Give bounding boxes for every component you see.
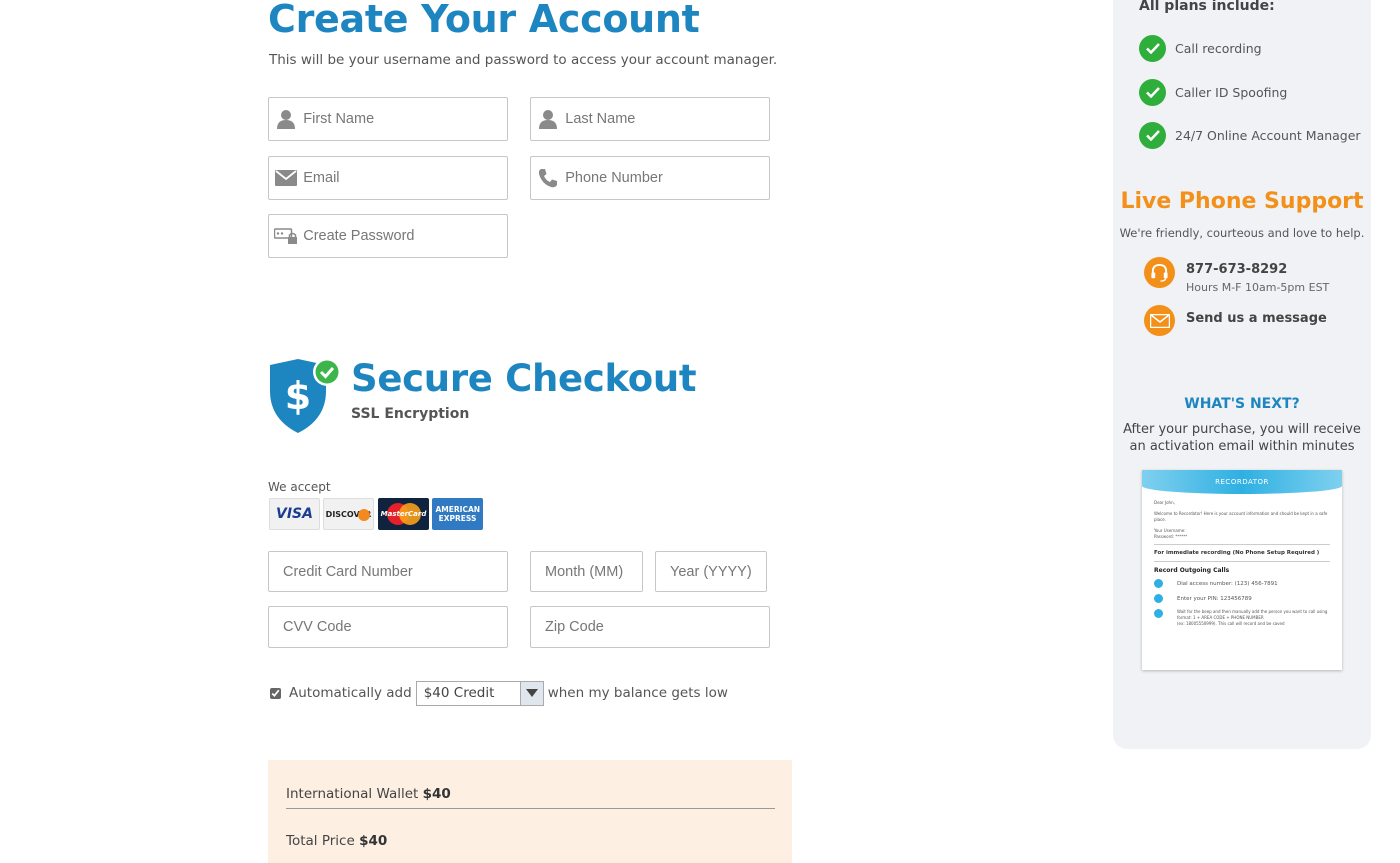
amex-label: AMERICAN EXPRESS (435, 505, 481, 523)
check-icon (1139, 122, 1166, 149)
discover-dot (358, 509, 370, 521)
email-step-3: Wait for the beep and then manually add … (1177, 609, 1328, 620)
password-lock-icon (269, 227, 303, 245)
we-accept-label: We accept (268, 480, 331, 494)
visa-label: VISA (276, 506, 313, 522)
email-greeting: Dear John, (1154, 500, 1175, 505)
password-field[interactable] (268, 214, 508, 258)
wallet-label: International Wallet (286, 786, 419, 802)
email-outgoing: Record Outgoing Calls (1154, 561, 1330, 574)
check-icon (1139, 79, 1166, 106)
auto-add-suffix: when my balance gets low (547, 685, 728, 701)
wallet-value: $40 (422, 786, 451, 802)
send-message-link[interactable]: Send us a message (1186, 311, 1327, 326)
auto-add-label: Automatically add (289, 685, 412, 701)
year-field[interactable] (655, 551, 767, 592)
month-field[interactable] (530, 551, 643, 592)
email-intro: Welcome to Recordator! Here is your acco… (1154, 511, 1328, 522)
page-title: Create Your Account (268, 0, 700, 41)
feature-label: Caller ID Spoofing (1175, 85, 1288, 100)
discover-icon: DISCOVER (323, 498, 374, 530)
support-phone[interactable]: 877-673-8292 (1186, 262, 1287, 277)
summary-divider (286, 808, 775, 809)
credit-amount-select[interactable]: $40 Credit (415, 680, 544, 706)
feature-item: Call recording (1139, 35, 1262, 62)
phone-input[interactable] (565, 157, 769, 199)
email-input[interactable] (303, 157, 507, 199)
email-step-1: Dial access number: (123) 456-7891 (1177, 580, 1278, 587)
secure-checkout-title: Secure Checkout (351, 357, 697, 400)
credit-card-field[interactable] (268, 551, 508, 592)
auto-add-checkbox[interactable] (270, 687, 281, 699)
headset-icon (1144, 257, 1175, 288)
cvv-field[interactable] (268, 606, 508, 648)
whats-next-text: After your purchase, you will receive an… (1123, 422, 1361, 454)
auto-add-row: Automatically add $40 Credit when my bal… (270, 680, 728, 706)
year-input[interactable] (656, 552, 766, 591)
first-name-field[interactable] (268, 97, 508, 141)
email-brand: RECORDATOR (1215, 478, 1269, 486)
envelope-icon (269, 170, 303, 186)
email-field[interactable] (268, 156, 508, 200)
month-input[interactable] (531, 552, 642, 591)
credit-card-input[interactable] (269, 552, 507, 591)
whats-next-title: WHAT'S NEXT? (1184, 396, 1300, 412)
chevron-down-icon[interactable] (519, 681, 543, 705)
zip-field[interactable] (530, 606, 770, 648)
mastercard-icon: MasterCard (378, 498, 429, 530)
page-subtitle: This will be your username and password … (269, 52, 778, 68)
order-summary: International Wallet $40 Total Price $40 (268, 760, 792, 863)
email-immediate: For immediate recording (No Phone Setup … (1154, 544, 1330, 556)
email-step-2: Enter your PIN: 123456789 (1177, 595, 1252, 602)
credit-amount-value: $40 Credit (423, 685, 495, 701)
activation-email-preview: RECORDATOR Dear John, Welcome to Recorda… (1142, 470, 1342, 670)
cvv-input[interactable] (269, 607, 507, 647)
feature-item: Caller ID Spoofing (1139, 79, 1287, 106)
svg-text:$: $ (285, 374, 311, 418)
wallet-row: International Wallet $40 (286, 786, 451, 802)
email-password: Password: ****** (1154, 534, 1188, 539)
feature-item: 24/7 Online Account Manager (1139, 122, 1361, 149)
email-header: RECORDATOR (1142, 470, 1342, 494)
support-hours: Hours M-F 10am-5pm EST (1186, 281, 1330, 294)
total-label: Total Price (286, 833, 355, 849)
secure-shield-icon: $ (268, 357, 344, 435)
feature-label: Call recording (1175, 41, 1262, 56)
email-step-3b: (ex: 18005550999). This call will record… (1177, 621, 1285, 626)
support-title: Live Phone Support (1120, 189, 1364, 214)
feature-label: 24/7 Online Account Manager (1175, 128, 1361, 143)
amex-icon: AMERICAN EXPRESS (432, 498, 483, 530)
zip-input[interactable] (531, 607, 769, 647)
last-name-input[interactable] (565, 98, 769, 140)
last-name-field[interactable] (530, 97, 770, 141)
phone-field[interactable] (530, 156, 770, 200)
plans-heading: All plans include: (1139, 0, 1275, 14)
support-subtitle: We're friendly, courteous and love to he… (1119, 226, 1365, 240)
check-icon (1139, 35, 1166, 62)
password-input[interactable] (303, 215, 507, 257)
mastercard-label: MasterCard (380, 510, 427, 518)
user-icon (531, 109, 565, 129)
envelope-icon[interactable] (1144, 305, 1175, 336)
total-row: Total Price $40 (286, 833, 387, 849)
phone-icon (531, 168, 565, 188)
total-value: $40 (359, 833, 388, 849)
visa-icon: VISA (269, 498, 320, 530)
ssl-encryption-label: SSL Encryption (351, 406, 470, 422)
first-name-input[interactable] (303, 98, 507, 140)
user-icon (269, 109, 303, 129)
